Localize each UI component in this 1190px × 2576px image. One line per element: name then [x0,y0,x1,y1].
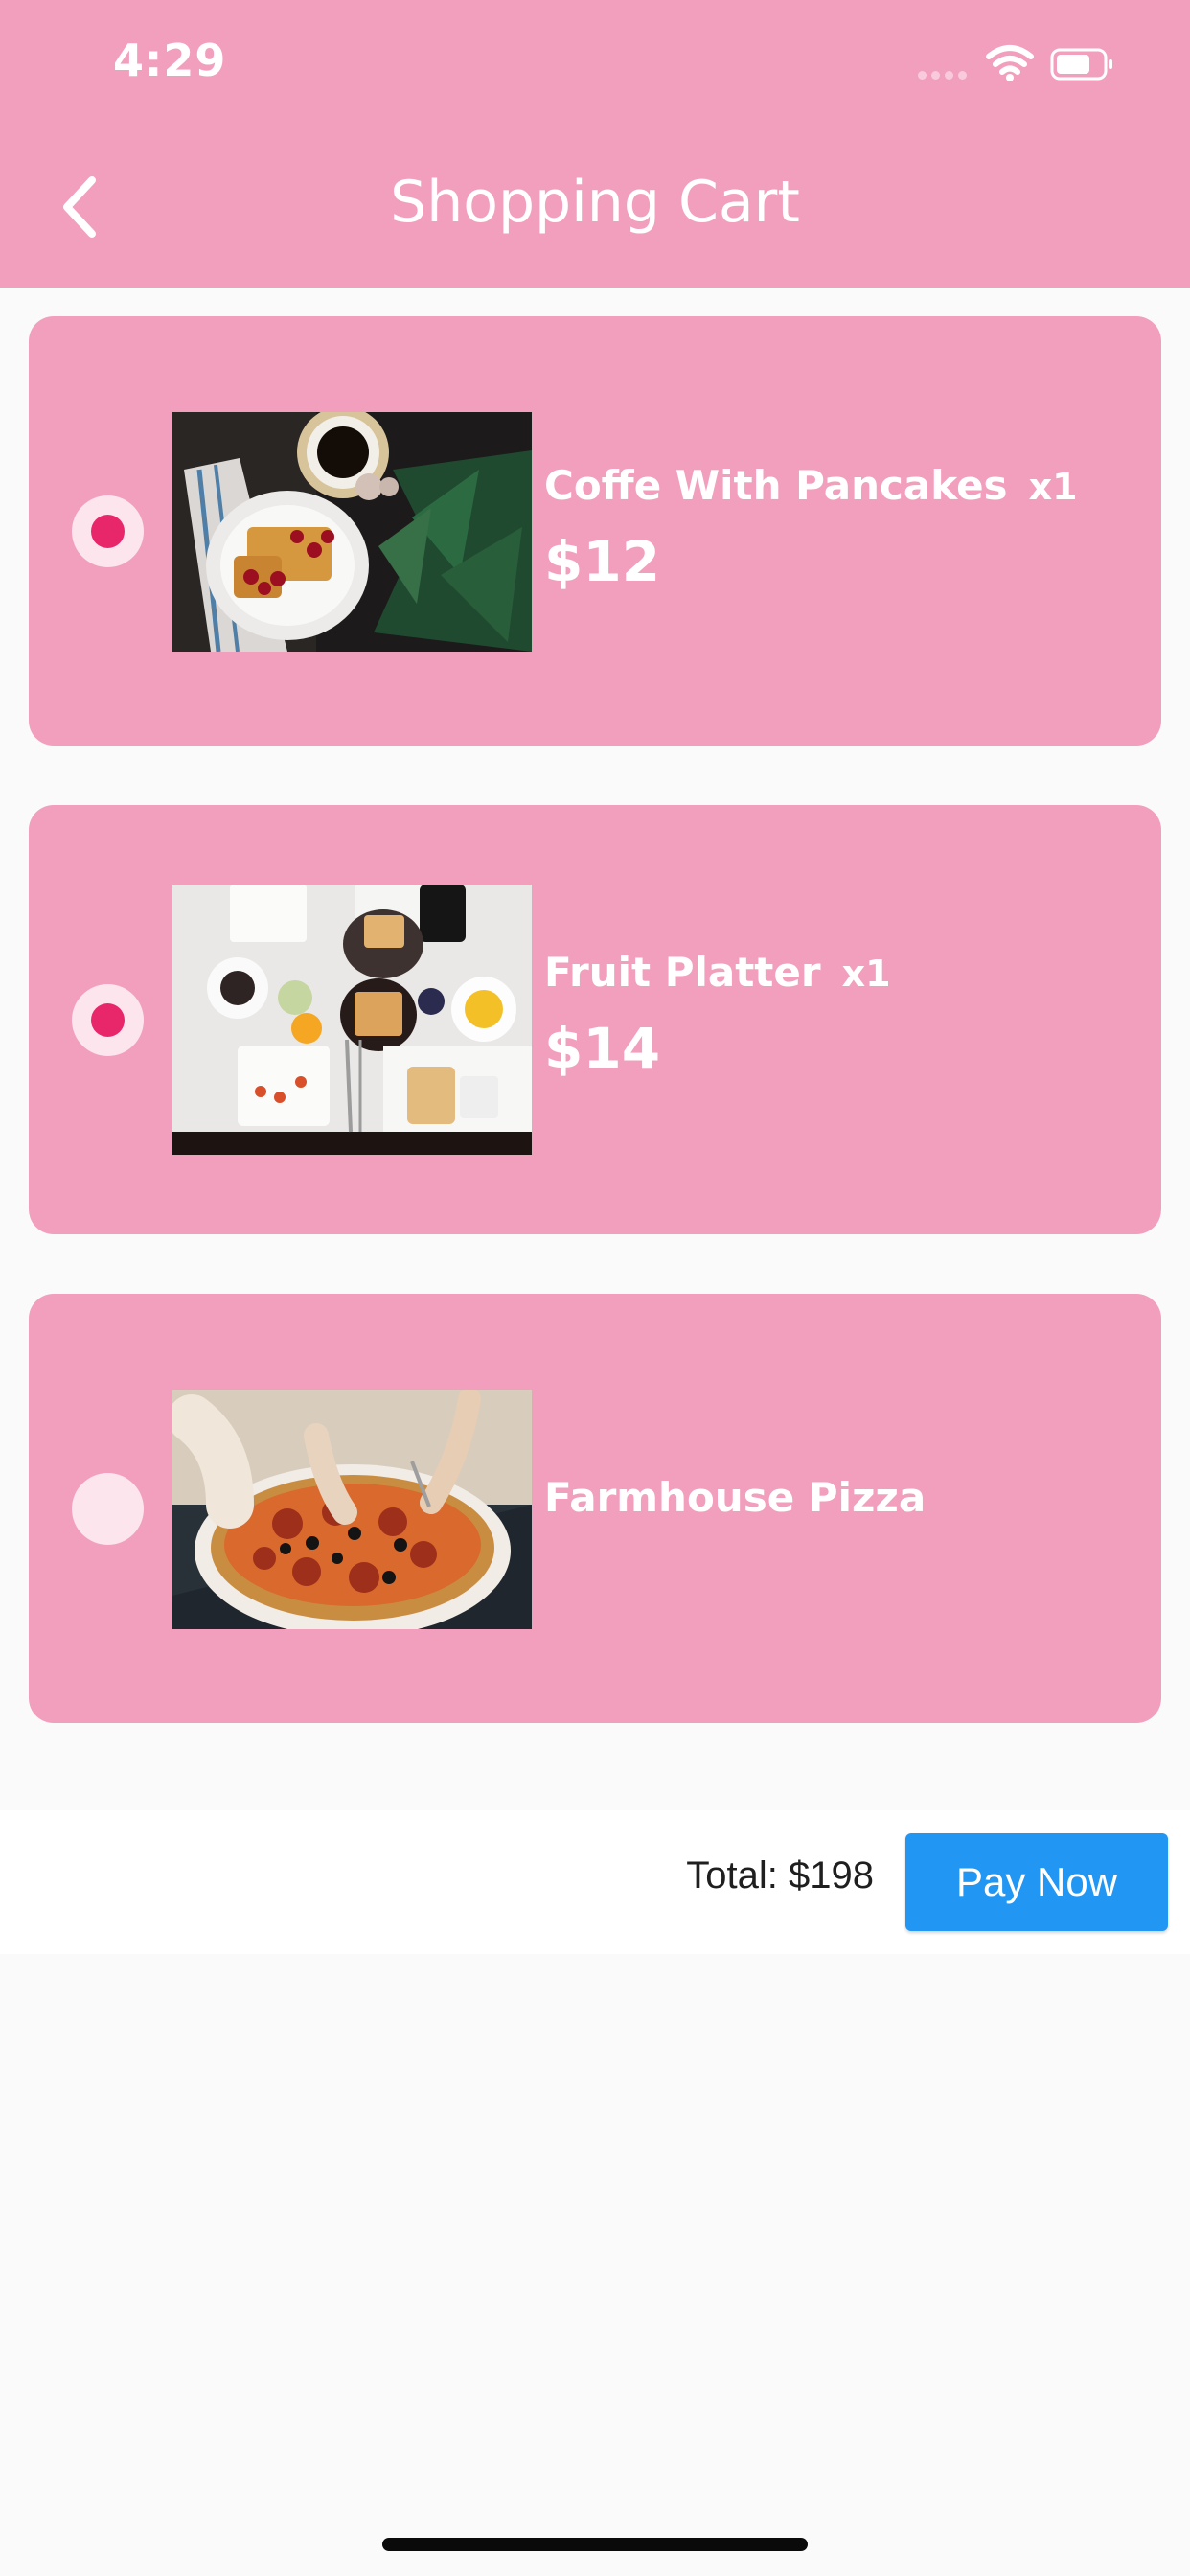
select-radio[interactable] [72,495,144,567]
item-quantity: x1 [841,953,891,995]
item-name-text: Farmhouse Pizza [544,1474,927,1521]
battery-icon [1050,48,1112,80]
wifi-icon [986,45,1034,81]
item-name: Farmhouse Pizza [544,1474,926,1521]
radio-dot [91,515,125,548]
coffee-with-pancakes-photo [172,412,532,652]
item-image [172,1390,532,1629]
pay-now-button[interactable]: Pay Now [905,1833,1168,1931]
farmhouse-pizza-photo [172,1390,532,1629]
item-image [172,885,532,1155]
signal-icon [918,71,967,80]
select-radio[interactable] [72,1473,144,1545]
item-quantity: x1 [1028,466,1078,508]
cart-item-farmhouse-pizza[interactable]: Farmhouse Pizza [29,1294,1161,1723]
total-amount: Total: $198 [686,1854,874,1897]
home-indicator[interactable] [382,2538,808,2551]
status-time: 4:29 [113,34,227,86]
app-header: 4:29 Shopping Cart [0,0,1190,288]
page-title: Shopping Cart [390,169,800,236]
item-image [172,412,532,652]
fruit-platter-photo [172,885,532,1155]
cart-item-coffe-with-pancakes[interactable]: Coffe With Pancakes x1 $12 [29,316,1161,746]
item-name: Fruit Platter x1 [544,949,891,996]
item-name: Coffe With Pancakes x1 [544,462,1078,509]
item-price: $12 [544,529,661,594]
select-radio[interactable] [72,984,144,1056]
checkout-bar: Total: $198 Pay Now [0,1810,1190,1954]
item-name-text: Fruit Platter [544,949,821,996]
radio-dot [91,1003,125,1037]
item-price: $14 [544,1016,661,1081]
item-name-text: Coffe With Pancakes [544,462,1008,509]
cart-item-fruit-platter[interactable]: Fruit Platter x1 $14 [29,805,1161,1234]
